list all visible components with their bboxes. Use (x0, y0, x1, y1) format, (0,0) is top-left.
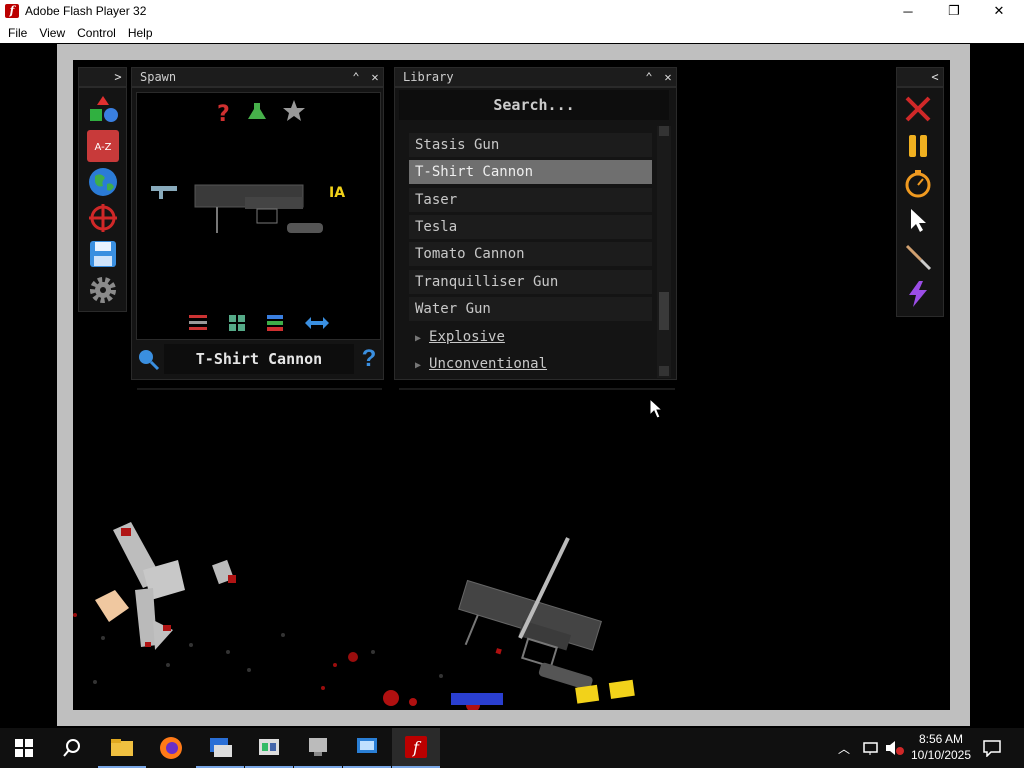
minimize-button[interactable]: ─ (885, 0, 931, 22)
sliders-icon (189, 315, 207, 330)
library-panel-title: Library (403, 70, 454, 84)
library-panel: Search... Stasis Gun T-Shirt Cannon Tase… (394, 87, 677, 380)
library-item[interactable]: Tomato Cannon (409, 242, 652, 266)
spawn-panel-title: Spawn (140, 70, 177, 84)
collapse-chevron-icon[interactable]: ⌃ (347, 68, 365, 86)
grid-icon (229, 315, 245, 331)
save-icon[interactable] (87, 238, 119, 270)
search-icon[interactable] (48, 728, 96, 768)
layers-icon (267, 315, 283, 331)
spawn-panel: ? IA T-Shirt Cannon ? (131, 87, 384, 380)
library-item[interactable]: Tranquilliser Gun (409, 270, 652, 294)
stopwatch-icon[interactable] (903, 168, 933, 198)
blood-splatter (73, 613, 480, 710)
flask-icon (248, 103, 266, 119)
magnifier-icon[interactable] (136, 346, 160, 372)
crosshair-icon[interactable] (87, 202, 119, 234)
clock-date: 10/10/2025 (910, 748, 972, 762)
game-scene (73, 522, 635, 710)
app-icon-1[interactable] (196, 728, 244, 768)
menu-bar: File View Control Help (0, 22, 1024, 43)
clock-time: 8:56 AM (918, 732, 964, 746)
scroll-up-button[interactable] (659, 126, 669, 136)
expand-triangle-icon: ▶ (415, 333, 422, 344)
flash-player-icon[interactable]: f (392, 728, 440, 768)
menu-control[interactable]: Control (71, 26, 122, 40)
library-item-selected[interactable]: T-Shirt Cannon (409, 160, 652, 184)
menu-help[interactable]: Help (122, 26, 159, 40)
library-item[interactable]: Taser (409, 188, 652, 212)
library-scrollbar[interactable] (657, 126, 671, 378)
right-toolbar-header: < (896, 67, 944, 87)
lightning-icon[interactable] (903, 279, 933, 309)
close-panel-icon[interactable]: ✕ (366, 68, 384, 86)
menu-file[interactable]: File (2, 26, 33, 40)
shapes-icon[interactable] (87, 94, 119, 126)
spawn-item-name: T-Shirt Cannon (164, 344, 354, 374)
gear-icon[interactable] (87, 274, 119, 306)
app-icon-3[interactable] (294, 728, 342, 768)
svg-text:A-Z: A-Z (94, 142, 111, 153)
library-search-input[interactable]: Search... (399, 90, 669, 120)
mouse-cursor-icon (649, 398, 664, 419)
taskbar: f ︿ 8:56 AM 10/10/2025 (0, 728, 1024, 768)
app-icon-4[interactable] (343, 728, 391, 768)
category-unconventional[interactable]: ▶ Unconventional (409, 352, 652, 376)
library-item[interactable]: Stasis Gun (409, 133, 652, 157)
window-title: Adobe Flash Player 32 (25, 4, 147, 18)
collapse-button[interactable]: < (926, 68, 944, 86)
file-explorer-icon[interactable] (98, 728, 146, 768)
left-toolbar-header: > (78, 67, 127, 87)
notification-icon[interactable] (982, 739, 1002, 757)
star-icon (283, 100, 305, 121)
a-z-icon[interactable]: A-Z (87, 130, 119, 162)
clock[interactable]: 8:56 AM 10/10/2025 (906, 731, 976, 763)
question-icon: ? (217, 102, 230, 127)
swap-icon (305, 317, 329, 329)
ragdoll-debris (95, 522, 236, 650)
firefox-icon[interactable] (147, 728, 195, 768)
scrollbar-thumb[interactable] (659, 292, 669, 330)
left-toolbar: A-Z (78, 87, 127, 312)
close-panel-icon[interactable]: ✕ (659, 68, 677, 86)
library-item[interactable]: Tesla (409, 215, 652, 239)
t-shirt-cannon-object (458, 579, 602, 691)
t-shirt-cannon-preview (194, 184, 323, 233)
spawn-preview: ? IA (136, 92, 381, 340)
tray-chevron-icon[interactable]: ︿ (838, 740, 850, 757)
cursor-icon[interactable] (903, 205, 933, 235)
close-button[interactable]: ✕ (976, 0, 1022, 22)
globe-icon[interactable] (87, 166, 119, 198)
menu-view[interactable]: View (33, 26, 71, 40)
volume-muted-icon[interactable] (884, 740, 906, 756)
library-panel-header[interactable]: Library ⌃ ✕ (394, 67, 677, 87)
restore-button[interactable]: ❐ (931, 0, 977, 22)
scroll-down-button[interactable] (659, 366, 669, 376)
right-toolbar (896, 87, 944, 317)
help-icon[interactable]: ? (358, 344, 380, 374)
library-panel-shadow (399, 382, 675, 390)
small-gun-icon (151, 186, 177, 199)
network-icon[interactable] (862, 740, 880, 756)
flash-logo-icon: f (5, 4, 19, 18)
category-explosive[interactable]: ▶ Explosive (409, 325, 652, 349)
start-icon[interactable] (0, 728, 48, 768)
window-titlebar[interactable]: f Adobe Flash Player 32 ─ ❐ ✕ (0, 0, 1024, 22)
library-item[interactable]: Water Gun (409, 297, 652, 321)
close-x-icon[interactable] (903, 94, 933, 124)
expand-button[interactable]: > (109, 68, 127, 86)
spawn-panel-header[interactable]: Spawn ⌃ ✕ (131, 67, 384, 87)
pause-icon[interactable] (903, 131, 933, 161)
yellow-item-icon: IA (329, 185, 345, 201)
app-icon-2[interactable] (245, 728, 293, 768)
collapse-chevron-icon[interactable]: ⌃ (640, 68, 658, 86)
blue-debris (451, 693, 503, 705)
expand-triangle-icon: ▶ (415, 360, 422, 371)
game-stage[interactable]: > A-Z Spawn ⌃ ✕ ? IA T-Shirt Cannon ? Li… (73, 60, 950, 710)
knife-icon[interactable] (903, 242, 933, 272)
spawn-panel-shadow (137, 382, 382, 390)
